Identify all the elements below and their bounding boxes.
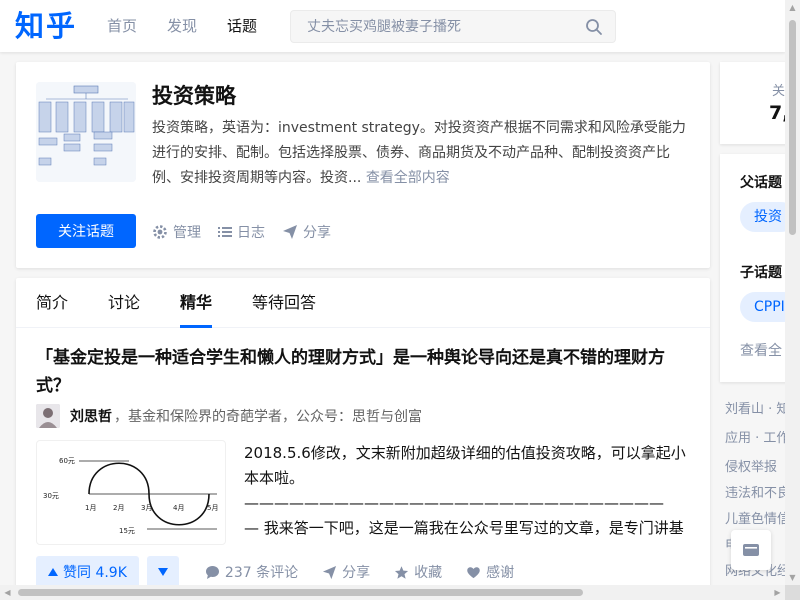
horizontal-scroll-thumb[interactable] (18, 589, 583, 596)
excerpt-line: — 我来答一下吧，这是一篇我在公众号里写过的文章，是专门讲基 (244, 519, 684, 537)
follow-topic-button[interactable]: 关注话题 (36, 214, 136, 248)
cover-month-1: 1月 (85, 504, 96, 512)
triangle-up-icon (48, 568, 58, 576)
share-answer-button[interactable]: 分享 (322, 562, 370, 582)
cover-label-y-low: 15元 (119, 527, 135, 535)
top-header: 知乎 首页 发现 话题 (0, 0, 785, 52)
tab-intro[interactable]: 简介 (36, 293, 68, 313)
log-label: 日志 (237, 225, 265, 241)
answer-cover-image[interactable]: 60元 30元 15元 1月 2月 3月 4月 5月 (36, 440, 226, 545)
favorite-button[interactable]: 收藏 (394, 562, 442, 582)
excerpt-line: 本本啦。 (244, 469, 305, 487)
search-input[interactable] (307, 17, 577, 37)
scrollbar-corner (785, 585, 800, 600)
upvote-label: 赞同 4.9K (63, 565, 127, 581)
topic-tabs: 简介 讨论 精华 等待回答 (16, 278, 710, 328)
footer-link[interactable]: 应用 · 工作 (725, 427, 789, 446)
paper-plane-icon (323, 565, 337, 579)
comments-button[interactable]: 237 条评论 (205, 562, 298, 582)
manage-label: 管理 (173, 225, 201, 241)
tab-discussion[interactable]: 讨论 (108, 293, 140, 313)
nav-home[interactable]: 首页 (107, 16, 137, 36)
thanks-label: 感谢 (486, 565, 515, 581)
answer-actions: 赞同 4.9K 237 条评论 分享 收藏 感谢 (36, 556, 514, 588)
view-all-child-topics[interactable]: 查看全 (740, 340, 782, 360)
search-box (290, 10, 616, 43)
thanks-button[interactable]: 感谢 (466, 562, 514, 582)
share-topic-button[interactable]: 分享 (282, 222, 331, 242)
search-icon[interactable] (585, 18, 603, 36)
cover-month-5: 5月 (207, 504, 218, 512)
comments-label: 237 条评论 (224, 565, 299, 581)
horizontal-scrollbar[interactable]: ◀ ▶ (0, 585, 785, 600)
scroll-right-arrow[interactable]: ▶ (770, 585, 785, 600)
feed-card: 简介 讨论 精华 等待回答 「基金定投是一种适合学生和懒人的理财方式」是一种舆论… (16, 278, 710, 600)
list-icon (218, 227, 232, 237)
downvote-button[interactable] (146, 556, 179, 588)
star-icon (395, 565, 409, 579)
paper-plane-icon (283, 225, 297, 239)
author-bio: ，基金和保险界的奇葩学者，公众号：思哲与创富 (114, 409, 422, 425)
followers-label: 关 (772, 84, 786, 99)
footer-link[interactable]: 违法和不良 (725, 482, 790, 501)
scroll-left-arrow[interactable]: ◀ (0, 585, 15, 600)
nav-topics[interactable]: 话题 (227, 16, 257, 36)
active-tab-indicator (180, 325, 212, 328)
vertical-scrollbar[interactable]: ▲ ▼ (785, 0, 800, 585)
gear-icon (153, 225, 167, 239)
author-name[interactable]: 刘思哲 (70, 406, 112, 426)
cover-month-2: 2月 (113, 504, 124, 512)
favorite-label: 收藏 (414, 565, 443, 581)
heart-icon (467, 566, 480, 578)
excerpt-line: ———————————————————————————— (244, 494, 664, 512)
excerpt-line: 2018.5.6修改，文末新附加超级详细的估值投资攻略，可以拿起小 (244, 444, 686, 462)
avatar[interactable] (36, 404, 60, 428)
parent-topic-heading: 父话题 (740, 175, 782, 191)
cover-label-y-top: 60元 (59, 457, 75, 465)
tab-waiting-answers[interactable]: 等待回答 (252, 293, 316, 313)
log-button[interactable]: 日志 (218, 222, 265, 242)
share-label: 分享 (303, 225, 331, 241)
topic-avatar (36, 82, 136, 182)
scroll-up-arrow[interactable]: ▲ (785, 0, 800, 15)
topic-card: 投资策略 投资策略，英语为：investment strategy。对投资资产根… (16, 62, 710, 268)
triangle-down-icon (157, 568, 168, 576)
topic-description: 投资策略，英语为：investment strategy。对投资资产根据不同需求… (152, 116, 692, 191)
footer-link[interactable]: 儿童色情信 (725, 508, 790, 527)
cover-label-y-mid: 30元 (43, 492, 59, 500)
comment-icon (205, 565, 219, 579)
zhihu-logo[interactable]: 知乎 (15, 8, 77, 44)
manage-button[interactable]: 管理 (152, 222, 201, 242)
answer-excerpt[interactable]: 2018.5.6修改，文末新附加超级详细的估值投资攻略，可以拿起小 本本啦。 —… (244, 441, 688, 541)
topic-title: 投资策略 (152, 84, 236, 108)
share-answer-label: 分享 (342, 565, 371, 581)
upvote-button[interactable]: 赞同 4.9K (36, 556, 139, 588)
footer-link[interactable]: 侵权举报 (725, 456, 777, 475)
view-all-link[interactable]: 查看全部内容 (366, 170, 450, 186)
vertical-scroll-thumb[interactable] (789, 20, 796, 235)
scroll-down-arrow[interactable]: ▼ (785, 570, 800, 585)
tab-featured[interactable]: 精华 (180, 293, 212, 313)
child-topic-heading: 子话题 (740, 265, 782, 281)
footer-link[interactable]: 刘看山 · 知 (725, 398, 789, 417)
author-row: 刘思哲 ，基金和保险界的奇葩学者，公众号：思哲与创富 (36, 404, 422, 428)
cover-month-3: 3月 (141, 504, 152, 512)
nav-explore[interactable]: 发现 (167, 16, 197, 36)
message-icon (743, 544, 759, 556)
answer-title[interactable]: 「基金定投是一种适合学生和懒人的理财方式」是一种舆论导向还是真不错的理财方式？ (36, 344, 690, 400)
feedback-button[interactable] (731, 530, 771, 570)
cover-month-4: 4月 (173, 504, 184, 512)
